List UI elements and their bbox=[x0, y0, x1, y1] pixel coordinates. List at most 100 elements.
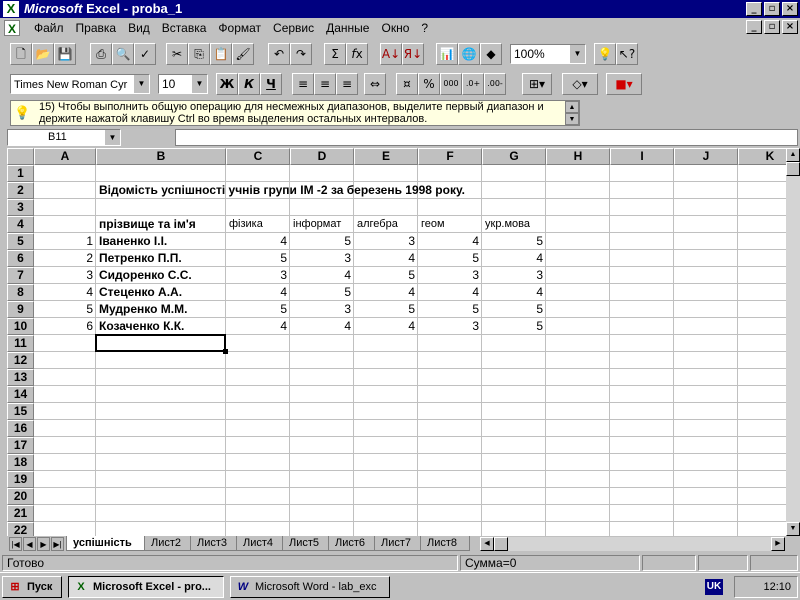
cell[interactable] bbox=[610, 335, 674, 352]
cell[interactable] bbox=[610, 488, 674, 505]
cell[interactable] bbox=[34, 182, 96, 199]
cell[interactable] bbox=[96, 199, 226, 216]
sheet-tab[interactable]: Лист6 bbox=[328, 536, 378, 551]
cell[interactable] bbox=[226, 454, 290, 471]
cell[interactable] bbox=[418, 403, 482, 420]
font-name-select[interactable]: Times New Roman Cyr ▼ bbox=[10, 74, 150, 94]
row-header-21[interactable]: 21 bbox=[7, 505, 34, 522]
percent-icon[interactable]: % bbox=[418, 73, 440, 95]
row-header-3[interactable]: 3 bbox=[7, 199, 34, 216]
cell[interactable] bbox=[610, 267, 674, 284]
cell[interactable] bbox=[34, 165, 96, 182]
cell[interactable] bbox=[418, 165, 482, 182]
sheet-tab[interactable]: Лист4 bbox=[236, 536, 286, 551]
new-icon[interactable]: 🗋 bbox=[10, 43, 32, 65]
cell[interactable] bbox=[610, 471, 674, 488]
row-header-18[interactable]: 18 bbox=[7, 454, 34, 471]
student-number[interactable]: 3 bbox=[34, 267, 96, 284]
cell[interactable] bbox=[418, 369, 482, 386]
active-cell[interactable] bbox=[95, 334, 226, 352]
cell[interactable] bbox=[674, 335, 738, 352]
sheet-tab[interactable]: Лист7 bbox=[374, 536, 424, 551]
cell[interactable] bbox=[226, 352, 290, 369]
cell[interactable] bbox=[354, 403, 418, 420]
cell[interactable] bbox=[482, 352, 546, 369]
menu-item-6[interactable]: Данные bbox=[320, 21, 375, 35]
menu-item-2[interactable]: Вид bbox=[122, 21, 156, 35]
column-header-F[interactable]: F bbox=[418, 148, 482, 165]
cell[interactable] bbox=[546, 386, 610, 403]
cell[interactable] bbox=[546, 284, 610, 301]
first-sheet-icon[interactable]: |◀ bbox=[9, 537, 22, 551]
cell[interactable] bbox=[546, 216, 610, 233]
sort-descending-icon[interactable]: Я↓ bbox=[402, 43, 424, 65]
cell[interactable] bbox=[610, 522, 674, 536]
cell[interactable] bbox=[34, 454, 96, 471]
cell[interactable] bbox=[610, 386, 674, 403]
column-header-G[interactable]: G bbox=[482, 148, 546, 165]
cell[interactable] bbox=[546, 522, 610, 536]
grade-cell[interactable]: 3 bbox=[418, 267, 482, 284]
grade-cell[interactable]: 4 bbox=[354, 318, 418, 335]
grade-cell[interactable]: 4 bbox=[226, 284, 290, 301]
cell[interactable] bbox=[354, 335, 418, 352]
cell[interactable] bbox=[674, 471, 738, 488]
minimize-button[interactable]: _ bbox=[746, 2, 762, 16]
doc-close-button[interactable]: × bbox=[782, 20, 798, 34]
student-name[interactable]: Петренко П.П. bbox=[96, 250, 226, 267]
cell[interactable] bbox=[546, 165, 610, 182]
grade-cell[interactable]: 4 bbox=[354, 284, 418, 301]
save-icon[interactable]: 💾 bbox=[54, 43, 76, 65]
doc-restore-button[interactable]: ▫ bbox=[764, 20, 780, 34]
cell[interactable] bbox=[482, 369, 546, 386]
grade-cell[interactable]: 5 bbox=[482, 301, 546, 318]
taskbar-word-button[interactable]: W Microsoft Word - lab_exc bbox=[230, 576, 390, 598]
cell[interactable] bbox=[546, 267, 610, 284]
cell[interactable] bbox=[226, 420, 290, 437]
student-name[interactable]: Стеценко А.А. bbox=[96, 284, 226, 301]
cell[interactable] bbox=[546, 335, 610, 352]
prev-sheet-icon[interactable]: ◀ bbox=[23, 537, 36, 551]
cell[interactable] bbox=[674, 233, 738, 250]
cell[interactable] bbox=[674, 386, 738, 403]
cell[interactable] bbox=[610, 284, 674, 301]
cell[interactable] bbox=[290, 505, 354, 522]
grade-cell[interactable]: 3 bbox=[290, 250, 354, 267]
menu-item-5[interactable]: Сервис bbox=[267, 21, 320, 35]
cell[interactable] bbox=[96, 505, 226, 522]
vertical-scrollbar[interactable]: ▲ ▼ bbox=[786, 148, 800, 536]
cell[interactable] bbox=[96, 488, 226, 505]
merge-center-icon[interactable]: ⇔ bbox=[364, 73, 386, 95]
next-sheet-icon[interactable]: ▶ bbox=[37, 537, 50, 551]
cell[interactable] bbox=[674, 301, 738, 318]
row-header-10[interactable]: 10 bbox=[7, 318, 34, 335]
cell[interactable] bbox=[418, 386, 482, 403]
row-header-16[interactable]: 16 bbox=[7, 420, 34, 437]
close-button[interactable]: × bbox=[782, 2, 798, 16]
cell[interactable] bbox=[96, 352, 226, 369]
row-header-5[interactable]: 5 bbox=[7, 233, 34, 250]
grade-cell[interactable]: 3 bbox=[482, 267, 546, 284]
undo-icon[interactable]: ↶ bbox=[268, 43, 290, 65]
cell[interactable] bbox=[226, 386, 290, 403]
cell[interactable] bbox=[546, 352, 610, 369]
cell[interactable] bbox=[418, 471, 482, 488]
sheet-tab[interactable]: Лист8 bbox=[420, 536, 470, 551]
grade-cell[interactable]: 4 bbox=[354, 250, 418, 267]
cell[interactable] bbox=[354, 199, 418, 216]
comma-style-icon[interactable]: 000 bbox=[440, 73, 462, 95]
cell[interactable] bbox=[546, 233, 610, 250]
drawing-icon[interactable]: ◆ bbox=[480, 43, 502, 65]
cell[interactable] bbox=[546, 301, 610, 318]
cell[interactable] bbox=[546, 471, 610, 488]
cell[interactable] bbox=[610, 216, 674, 233]
cell[interactable] bbox=[226, 488, 290, 505]
cell[interactable] bbox=[34, 505, 96, 522]
cell[interactable] bbox=[226, 403, 290, 420]
row-header-22[interactable]: 22 bbox=[7, 522, 34, 536]
decrease-decimal-icon[interactable]: .00- bbox=[484, 73, 506, 95]
header-subject[interactable]: укр.мова bbox=[482, 216, 546, 233]
cell[interactable] bbox=[34, 488, 96, 505]
cell[interactable] bbox=[674, 182, 738, 199]
cell[interactable] bbox=[354, 420, 418, 437]
